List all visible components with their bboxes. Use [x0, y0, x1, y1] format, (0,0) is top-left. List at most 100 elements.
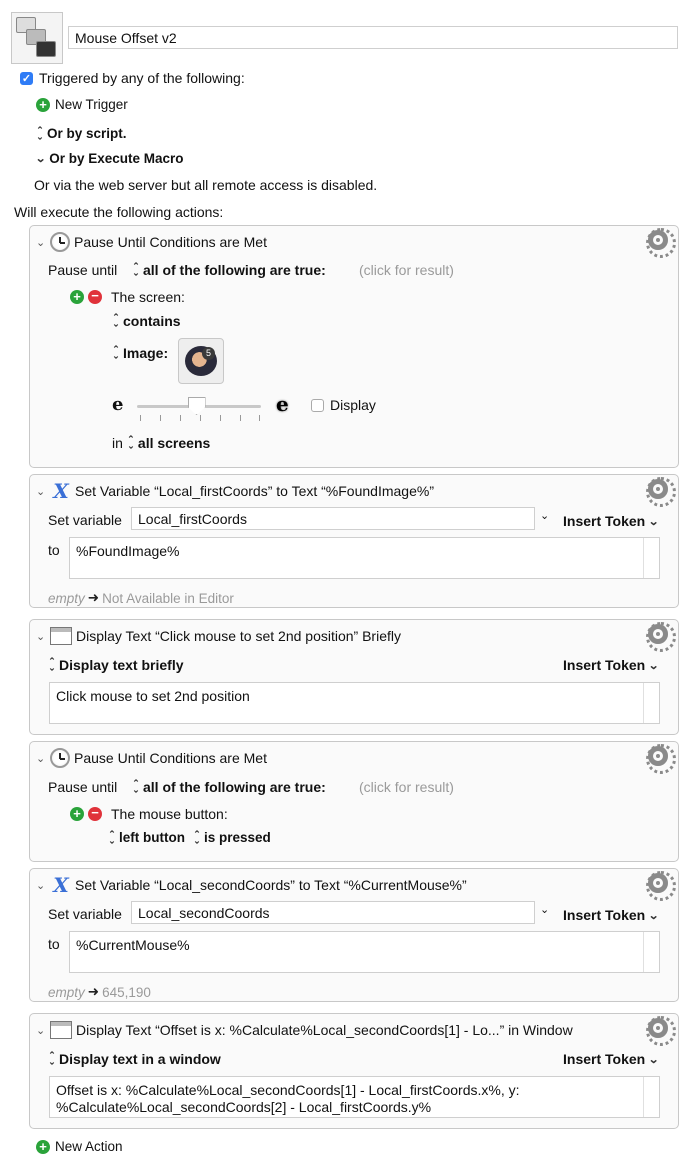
- gear-icon[interactable]: [646, 228, 676, 258]
- chevron-down-icon: ⌄: [648, 659, 660, 672]
- screens-popup[interactable]: ⌃ ⌃ all screens: [127, 435, 210, 452]
- gear-icon[interactable]: [646, 744, 676, 774]
- contains-label: contains: [123, 313, 181, 329]
- insert-token-label: Insert Token: [563, 513, 646, 529]
- insert-token-menu[interactable]: Insert Token ⌄: [563, 657, 660, 673]
- action-display-text-briefly[interactable]: ⌄ Display Text “Click mouse to set 2nd p…: [29, 619, 679, 735]
- display-checkbox[interactable]: [311, 398, 324, 412]
- new-trigger-button[interactable]: + New Trigger: [36, 97, 128, 112]
- slider-tick: [180, 415, 181, 421]
- image-label: Image:: [123, 345, 169, 361]
- remove-condition-icon[interactable]: −: [88, 289, 102, 304]
- scrollbar[interactable]: [643, 683, 659, 723]
- slider-tick: [140, 415, 141, 421]
- action-header[interactable]: ⌄ Display Text “Offset is x: %Calculate%…: [36, 1020, 573, 1040]
- gear-icon[interactable]: [646, 1016, 676, 1046]
- mouse-button-label: left button: [119, 830, 185, 845]
- triggered-checkbox[interactable]: ✓: [20, 71, 33, 85]
- condition-mode-popup[interactable]: ⌃ ⌃ all of the following are true:: [132, 779, 326, 796]
- fuzz-slider-thumb[interactable]: [187, 397, 206, 415]
- disclosure-chevron-icon[interactable]: ⌄: [36, 485, 50, 498]
- disclosure-chevron-icon[interactable]: ⌄: [36, 752, 50, 765]
- gear-icon[interactable]: [646, 622, 676, 652]
- new-action-label: New Action: [55, 1139, 123, 1154]
- gear-icon[interactable]: [646, 871, 676, 901]
- insert-token-menu[interactable]: Insert Token ⌄: [563, 907, 660, 923]
- text-field[interactable]: %FoundImage%: [69, 537, 660, 579]
- action-pause-until-screen[interactable]: ⌄ Pause Until Conditions are Met Pause u…: [29, 225, 679, 468]
- new-action-button[interactable]: + New Action: [36, 1139, 123, 1154]
- action-header[interactable]: ⌄ Display Text “Click mouse to set 2nd p…: [36, 626, 401, 646]
- to-label: to: [48, 936, 60, 952]
- text-field[interactable]: Offset is x: %Calculate%Local_secondCoor…: [49, 1076, 660, 1118]
- contains-popup[interactable]: ⌃ ⌃ contains: [112, 313, 181, 330]
- or-by-execute-macro-label: Or by Execute Macro: [49, 151, 184, 166]
- action-set-variable-second[interactable]: ⌄ X Set Variable “Local_secondCoords” to…: [29, 868, 679, 1002]
- will-execute-label: Will execute the following actions:: [14, 204, 224, 220]
- add-condition-icon[interactable]: +: [70, 807, 84, 821]
- click-for-result[interactable]: (click for result): [359, 262, 454, 278]
- variable-name-field[interactable]: Local_secondCoords: [131, 901, 535, 924]
- pause-until-label: Pause until: [48, 779, 118, 795]
- macro-icon[interactable]: [11, 12, 63, 64]
- result-value: Not Available in Editor: [102, 590, 234, 606]
- scrollbar[interactable]: [643, 1077, 659, 1117]
- display-checkbox-row[interactable]: Display: [311, 397, 376, 413]
- to-label: to: [48, 542, 60, 558]
- disclosure-chevron-icon[interactable]: ⌄: [36, 879, 50, 892]
- variable-dropdown-chevron-icon[interactable]: ⌄: [540, 509, 549, 522]
- action-title: Set Variable “Local_firstCoords” to Text…: [75, 483, 434, 499]
- macro-name-input[interactable]: Mouse Offset v2: [68, 26, 678, 49]
- condition-mode-popup[interactable]: ⌃ ⌃ all of the following are true:: [132, 262, 326, 279]
- chevron-down-icon: ⌄: [648, 909, 660, 922]
- action-header[interactable]: ⌄ X Set Variable “Local_secondCoords” to…: [36, 873, 467, 897]
- condition-label: The mouse button:: [111, 806, 228, 822]
- text-field[interactable]: %CurrentMouse%: [69, 931, 660, 973]
- updown-arrows-icon: ⌃ ⌃: [48, 1050, 56, 1067]
- updown-arrows-icon: ⌃ ⌃: [112, 344, 120, 361]
- display-mode-popup[interactable]: ⌃ ⌃ Display text briefly: [48, 656, 183, 674]
- scrollbar[interactable]: [643, 538, 659, 578]
- disclosure-chevron-icon[interactable]: ⌄: [36, 630, 50, 643]
- display-mode-popup[interactable]: ⌃ ⌃ Display text in a window: [48, 1050, 221, 1068]
- set-variable-label: Set variable: [48, 512, 122, 528]
- slider-tick: [200, 415, 201, 421]
- gear-icon[interactable]: [646, 477, 676, 507]
- window-icon: [50, 627, 72, 645]
- action-display-text-window[interactable]: ⌄ Display Text “Offset is x: %Calculate%…: [29, 1013, 679, 1129]
- action-header[interactable]: ⌄ X Set Variable “Local_firstCoords” to …: [36, 479, 434, 503]
- fuzz-low-glyph: e: [112, 394, 124, 415]
- image-well[interactable]: 5: [178, 338, 224, 384]
- action-pause-until-mouse[interactable]: ⌄ Pause Until Conditions are Met Pause u…: [29, 741, 679, 862]
- insert-token-menu[interactable]: Insert Token ⌄: [563, 1051, 659, 1067]
- text-line: %Calculate%Local_secondCoords[2] - Local…: [56, 1099, 432, 1115]
- or-by-execute-macro-popup[interactable]: ⌄ Or by Execute Macro: [35, 151, 184, 166]
- condition-row: + − The screen:: [70, 289, 185, 305]
- variable-name-field[interactable]: Local_firstCoords: [131, 507, 535, 530]
- display-label: Display: [330, 397, 376, 413]
- result-value: 645,190: [102, 984, 151, 1000]
- text-field[interactable]: Click mouse to set 2nd position: [49, 682, 660, 724]
- action-header[interactable]: ⌄ Pause Until Conditions are Met: [36, 232, 267, 252]
- action-title: Set Variable “Local_secondCoords” to Tex…: [75, 877, 467, 893]
- disclosure-chevron-icon[interactable]: ⌄: [36, 1024, 50, 1037]
- image-popup[interactable]: ⌃ ⌃ Image:: [112, 344, 169, 362]
- clock-icon: [50, 232, 70, 252]
- variable-dropdown-chevron-icon[interactable]: ⌄: [540, 903, 549, 916]
- text-value: Click mouse to set 2nd position: [56, 688, 250, 704]
- slider-tick: [160, 415, 161, 421]
- or-by-script-popup[interactable]: ⌃ ⌃ Or by script.: [36, 125, 126, 141]
- mouse-button-popup[interactable]: ⌃ ⌃ left button: [108, 829, 185, 845]
- disclosure-chevron-icon[interactable]: ⌄: [36, 236, 50, 249]
- updown-arrows-icon: ⌃ ⌃: [48, 656, 56, 673]
- action-set-variable-first[interactable]: ⌄ X Set Variable “Local_firstCoords” to …: [29, 474, 679, 608]
- plus-icon: +: [36, 97, 50, 112]
- remove-condition-icon[interactable]: −: [88, 806, 102, 821]
- add-condition-icon[interactable]: +: [70, 290, 84, 304]
- scrollbar[interactable]: [643, 932, 659, 972]
- mouse-state-popup[interactable]: ⌃ ⌃ is pressed: [193, 828, 271, 845]
- insert-token-menu[interactable]: Insert Token ⌄: [563, 513, 659, 529]
- action-header[interactable]: ⌄ Pause Until Conditions are Met: [36, 748, 267, 768]
- updown-arrows-icon: ⌃ ⌃: [193, 828, 201, 845]
- click-for-result[interactable]: (click for result): [359, 779, 454, 795]
